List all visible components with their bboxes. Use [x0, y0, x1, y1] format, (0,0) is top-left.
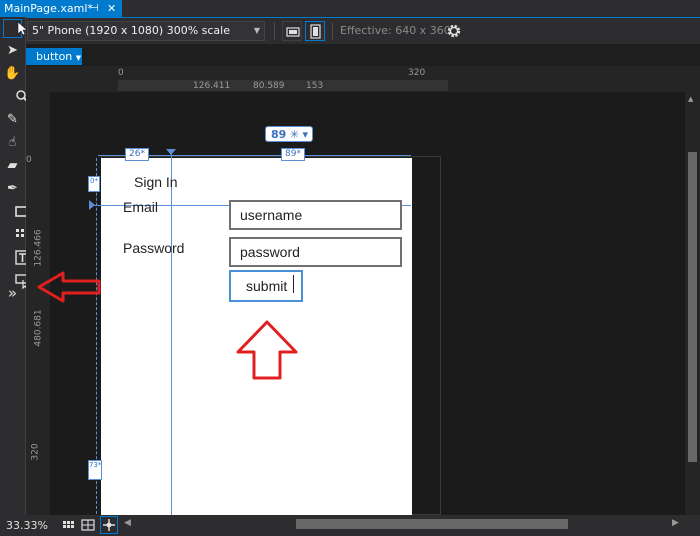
effective-resolution: Effective: 640 x 360 — [340, 24, 451, 37]
username-textbox[interactable]: username — [229, 200, 402, 230]
document-tab-title: MainPage.xaml* — [4, 2, 93, 15]
column-marker-icon — [166, 149, 176, 155]
text-caret — [293, 275, 294, 293]
landscape-icon — [286, 27, 300, 37]
direct-select-tool[interactable]: ➤ — [3, 41, 22, 60]
row-height-badge[interactable]: 73* — [88, 460, 102, 480]
element-breadcrumb[interactable]: button ▼ — [26, 48, 82, 65]
ruler-offset: 80.589 — [253, 81, 285, 91]
column-width-badge[interactable]: 26* — [125, 148, 149, 161]
snap-grid-icon — [81, 519, 95, 531]
rectangle-tool[interactable] — [3, 202, 29, 221]
scroll-left-icon[interactable]: ◀ — [124, 518, 131, 528]
ruler-mark: 126.466 — [33, 229, 44, 267]
column-width-badge[interactable]: 89* — [281, 148, 305, 161]
horizontal-scroll-thumb[interactable] — [296, 519, 568, 529]
device-select[interactable]: 5" Phone (1920 x 1080) 300% scale ▼ — [27, 21, 265, 41]
pan-tool[interactable]: ✋ — [3, 64, 22, 83]
snap-icon — [103, 519, 115, 531]
grid-tool[interactable] — [3, 225, 29, 244]
annotation-arrow-up-icon — [236, 320, 298, 380]
width-badge[interactable]: 89 ✳ ▾ — [265, 126, 313, 142]
hand-icon: ✋ — [4, 66, 21, 81]
submit-button[interactable]: submit — [229, 270, 303, 302]
ruler-mark: 320 — [30, 443, 41, 461]
vertical-scroll-thumb[interactable] — [688, 152, 697, 462]
landscape-button[interactable] — [282, 21, 302, 41]
zoom-tool[interactable] — [3, 87, 29, 106]
toolbar-separator — [274, 22, 275, 40]
cursor-arrow-icon — [17, 21, 28, 36]
ruler-mark: 480.681 — [33, 309, 44, 347]
portrait-icon — [310, 24, 321, 39]
portrait-button[interactable] — [305, 21, 325, 41]
ruler-offset: 153 — [306, 81, 324, 91]
toolbar-separator — [332, 22, 333, 40]
breadcrumb-element: button — [36, 50, 73, 63]
selection-tool[interactable] — [3, 19, 28, 38]
email-label: Email — [123, 199, 159, 215]
tool-strip: ➤ ✋ ✎ ☝ ▰ ✒ » — [0, 17, 30, 515]
chevron-down-icon: ▼ — [253, 26, 260, 35]
ruler-offset: 126.411 — [193, 81, 231, 91]
ruler-mark: 320 — [408, 68, 426, 78]
bucket-icon: ☝ — [8, 135, 17, 150]
password-textbox[interactable]: password — [229, 237, 402, 267]
scroll-right-icon[interactable]: ▶ — [672, 518, 679, 528]
row-marker-icon — [89, 200, 95, 210]
double-chevron-icon: » — [7, 284, 18, 302]
annotation-arrow-left-icon — [37, 271, 101, 303]
page-title: Sign In — [134, 174, 178, 190]
pointer-icon: ➤ — [7, 43, 18, 58]
row-height-badge[interactable]: 0* — [88, 176, 100, 192]
paint-bucket-tool[interactable]: ☝ — [3, 133, 22, 152]
more-tools[interactable]: » — [3, 284, 22, 303]
grid-toggle-button[interactable] — [62, 518, 76, 532]
ruler-mark: 0 — [26, 155, 32, 165]
ruler-mark: 0 — [118, 68, 124, 78]
pen-tool[interactable]: ✒ — [3, 179, 22, 198]
snap-toggle-button[interactable] — [100, 516, 118, 534]
width-value: 89 — [271, 128, 287, 141]
pen-icon: ✒ — [7, 181, 18, 196]
gear-icon — [447, 24, 461, 38]
star-sizing-icon: ✳ ▾ — [289, 128, 309, 141]
chevron-down-icon: ▼ — [75, 54, 82, 62]
snap-grid-button[interactable] — [81, 518, 95, 532]
eyedropper-tool[interactable]: ✎ — [3, 110, 22, 129]
gradient-tool[interactable]: ▰ — [3, 156, 22, 175]
text-tool[interactable] — [3, 248, 30, 267]
zoom-level[interactable]: 33.33% — [2, 515, 60, 536]
gradient-icon: ▰ — [7, 158, 18, 173]
grid-icon — [63, 521, 74, 528]
scroll-up-icon[interactable]: ▲ — [688, 95, 693, 103]
settings-button[interactable] — [445, 22, 463, 40]
pin-icon[interactable]: ⊣ — [90, 0, 99, 17]
eyedropper-icon: ✎ — [7, 112, 18, 127]
device-select-value: 5" Phone (1920 x 1080) 300% scale — [32, 24, 230, 37]
close-icon[interactable]: ✕ — [107, 0, 116, 17]
password-label: Password — [123, 240, 185, 256]
document-tab[interactable]: MainPage.xaml* ⊣ ✕ — [0, 0, 122, 17]
